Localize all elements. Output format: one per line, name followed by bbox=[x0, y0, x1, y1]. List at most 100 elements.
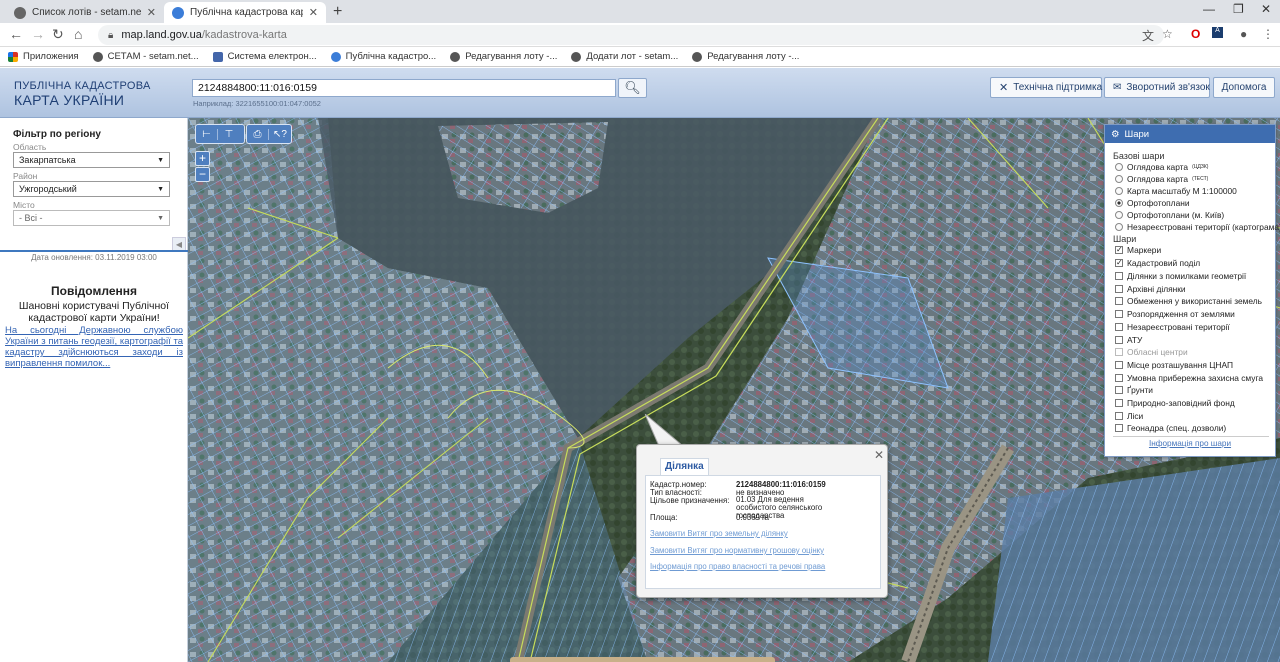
close-icon[interactable]: ✕ bbox=[874, 448, 884, 462]
extension-icon[interactable]: A bbox=[1212, 27, 1223, 38]
bookmark-system[interactable]: Система електрон... bbox=[212, 51, 317, 62]
zoom-in-button[interactable]: + bbox=[195, 151, 210, 166]
opera-extension-icon[interactable]: O bbox=[1191, 27, 1200, 41]
close-tab-icon[interactable]: ✕ bbox=[309, 6, 318, 19]
notice-link[interactable]: На сьогодні Державною службою України з … bbox=[5, 325, 183, 369]
close-window-icon[interactable]: ✕ bbox=[1261, 2, 1271, 16]
bookmark-setam[interactable]: СЕТАМ - setam.net... bbox=[92, 51, 199, 62]
base-layer-unregistered-cartogram[interactable]: Незареєстровані території (картограма) bbox=[1115, 222, 1280, 232]
layer-sup: (ЦДЗК) bbox=[1192, 164, 1209, 170]
measure-tools: ⊢ ⊤ bbox=[195, 124, 245, 144]
layer-coastal-zone[interactable]: Умовна прибережна захисна смуга bbox=[1115, 373, 1263, 383]
checkbox-icon bbox=[1115, 310, 1123, 318]
bottom-panel-tab[interactable] bbox=[510, 657, 775, 662]
divider bbox=[0, 250, 188, 252]
layer-nature-reserve[interactable]: Природно-заповідний фонд bbox=[1115, 398, 1235, 408]
envelope-icon: ✉ bbox=[1113, 82, 1122, 93]
layers-header[interactable]: ⚙ Шари bbox=[1105, 125, 1275, 143]
district-select[interactable]: Ужгородський ▼ bbox=[13, 181, 170, 197]
order-extract-link[interactable]: Замовити Витяг про земельну ділянку bbox=[650, 529, 788, 538]
layer-atu[interactable]: АТУ bbox=[1115, 335, 1142, 345]
measure-area-icon[interactable]: ⊤ bbox=[218, 129, 240, 140]
zoom-out-button[interactable]: − bbox=[195, 167, 210, 182]
layer-label: Розпорядження от землями bbox=[1127, 309, 1235, 319]
layer-unregistered-territories[interactable]: Незареєстровані території bbox=[1115, 322, 1230, 332]
measure-distance-icon[interactable]: ⊢ bbox=[196, 128, 218, 140]
reload-icon[interactable]: ↻ bbox=[52, 26, 64, 43]
layer-label: Архівні ділянки bbox=[1127, 284, 1186, 294]
left-panel: Фільтр по регіону Область Закарпатська ▼ … bbox=[0, 118, 188, 662]
layer-label: Ґрунти bbox=[1127, 385, 1153, 395]
new-tab-button[interactable]: + bbox=[333, 3, 342, 21]
globe-icon bbox=[450, 51, 461, 62]
identify-icon[interactable]: ↖? bbox=[269, 129, 291, 140]
cadastral-search-input[interactable] bbox=[192, 79, 616, 97]
layers-panel: ⚙ Шари Базові шари Оглядова карта (ЦДЗК) … bbox=[1104, 124, 1280, 457]
checkbox-icon bbox=[1115, 399, 1123, 407]
layers-info-link[interactable]: Інформація про шари bbox=[1105, 439, 1275, 448]
star-icon[interactable]: ☆ bbox=[1162, 27, 1173, 41]
home-icon[interactable]: ⌂ bbox=[74, 26, 82, 42]
notice-greeting: Шановні користувачі Публічної кадастрово… bbox=[18, 300, 170, 324]
address-bar[interactable]: 🔒︎ map.land.gov.ua/kadastrova-karta bbox=[98, 25, 1164, 45]
search-button[interactable]: 🔍︎ bbox=[618, 78, 647, 98]
url-path: /kadastrova-karta bbox=[201, 29, 287, 41]
back-icon[interactable]: ← bbox=[9, 26, 23, 42]
layer-sup: (ТЕСТ) bbox=[1192, 176, 1209, 182]
base-layer-overview-test[interactable]: Оглядова карта (ТЕСТ) bbox=[1115, 174, 1208, 184]
print-icon[interactable]: ⎙ bbox=[247, 128, 269, 140]
menu-icon[interactable]: ⋮ bbox=[1262, 27, 1274, 41]
radio-icon bbox=[1115, 211, 1123, 219]
logo-line-1: ПУБЛІЧНА КАДАСТРОВА bbox=[14, 80, 151, 92]
area-value: 0.0369 га bbox=[736, 513, 770, 522]
region-select[interactable]: Закарпатська ▼ bbox=[13, 152, 170, 168]
base-layer-scale-map[interactable]: Карта масштабу М 1:100000 bbox=[1115, 186, 1237, 196]
globe-icon bbox=[92, 51, 103, 62]
layer-subsoil[interactable]: Геонадра (спец. дозволи) bbox=[1115, 423, 1226, 433]
forward-icon[interactable]: → bbox=[31, 26, 45, 42]
base-layer-orthophoto[interactable]: Ортофотоплани bbox=[1115, 198, 1190, 208]
gear-icon: ⚙ bbox=[1111, 128, 1120, 140]
layer-label: АТУ bbox=[1127, 335, 1143, 345]
base-layer-overview-cdzk[interactable]: Оглядова карта (ЦДЗК) bbox=[1115, 162, 1208, 172]
browser-tab-setam[interactable]: Список лотів - setam.net.ua ✕ bbox=[6, 2, 164, 23]
bookmark-edit-lot-1[interactable]: Редагування лоту -... bbox=[450, 51, 557, 62]
divider bbox=[1113, 436, 1269, 437]
help-button[interactable]: Допомога bbox=[1213, 77, 1275, 98]
tech-support-button[interactable]: ✕ Технічна підтримка bbox=[990, 77, 1102, 98]
translate-icon[interactable]: 文 bbox=[1142, 27, 1154, 44]
checkbox-icon bbox=[1115, 285, 1123, 293]
bookmark-apps[interactable]: Приложения bbox=[8, 51, 79, 62]
restore-icon[interactable]: ❐ bbox=[1233, 2, 1244, 16]
ownership-info-link[interactable]: Інформація про право власності та речові… bbox=[650, 562, 825, 571]
layer-cnap-locations[interactable]: Місце розташування ЦНАП bbox=[1115, 360, 1233, 370]
layer-geometry-errors[interactable]: Ділянки з помилками геометрії bbox=[1115, 271, 1246, 281]
layer-label: Ортофотоплани (м. Київ) bbox=[1127, 210, 1225, 220]
city-select[interactable]: - Всі - ▼ bbox=[13, 210, 170, 226]
base-layer-orthophoto-kyiv[interactable]: Ортофотоплани (м. Київ) bbox=[1115, 210, 1224, 220]
minimize-icon[interactable]: — bbox=[1203, 2, 1215, 16]
close-tab-icon[interactable]: ✕ bbox=[147, 6, 156, 19]
layer-markers[interactable]: ✓ Маркери bbox=[1115, 245, 1161, 255]
layer-cadastral-division[interactable]: ✓ Кадастровий поділ bbox=[1115, 258, 1200, 268]
collapse-panel-button[interactable]: ◀ bbox=[172, 237, 186, 251]
account-icon[interactable]: ● bbox=[1240, 27, 1247, 41]
tab-parcel[interactable]: Ділянка bbox=[660, 458, 709, 476]
browser-tab-cadastral-map[interactable]: Публічна кадастрова карта Укр ✕ bbox=[164, 2, 326, 23]
layer-forests[interactable]: Ліси bbox=[1115, 411, 1143, 421]
layer-land-restrictions[interactable]: Обмеження у використанні земель bbox=[1115, 296, 1262, 306]
layer-soils[interactable]: Ґрунти bbox=[1115, 385, 1153, 395]
radio-icon bbox=[1115, 175, 1123, 183]
order-valuation-link[interactable]: Замовити Витяг про нормативну грошову оц… bbox=[650, 546, 824, 555]
bookmark-add-lot[interactable]: Додати лот - setam... bbox=[571, 51, 678, 62]
layer-land-disposal[interactable]: Розпорядження от землями bbox=[1115, 309, 1235, 319]
lock-icon: 🔒︎ bbox=[108, 29, 114, 41]
layer-archive-plots[interactable]: Архівні ділянки bbox=[1115, 284, 1186, 294]
bookmark-edit-lot-2[interactable]: Редагування лоту -... bbox=[692, 51, 799, 62]
bookmark-cadastral-map[interactable]: Публічна кадастро... bbox=[330, 51, 436, 62]
layer-label: Незареєстровані території bbox=[1127, 322, 1230, 332]
region-value: Закарпатська bbox=[19, 155, 76, 165]
globe-icon bbox=[571, 51, 582, 62]
feedback-button[interactable]: ✉ Зворотний зв'язок bbox=[1104, 77, 1210, 98]
browser-tab-strip: Список лотів - setam.net.ua ✕ Публічна к… bbox=[0, 0, 1280, 23]
